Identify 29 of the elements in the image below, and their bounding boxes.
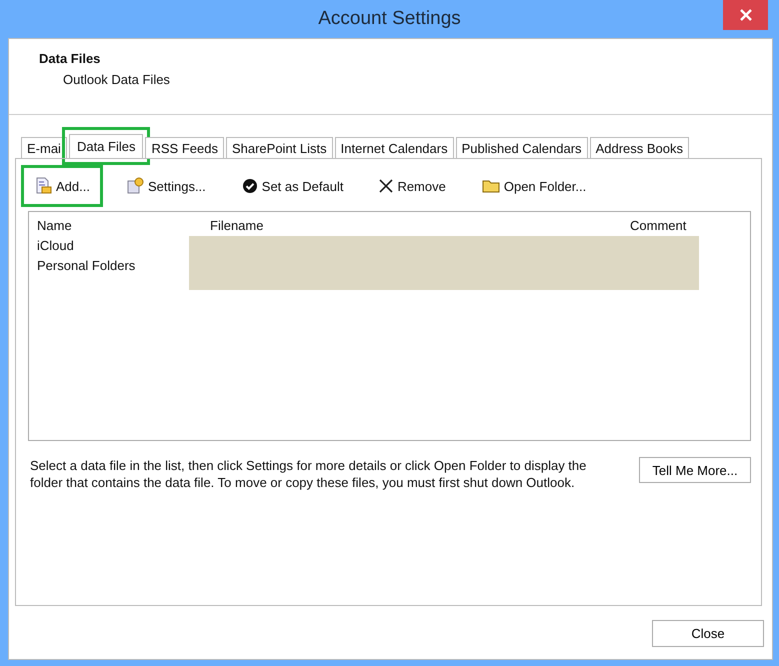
info-text: Select a data file in the list, then click Settings for more details or click Open Folder to display the folder that contains the data file. To move or copy these files, you must first shut down Outlook. — [30, 457, 588, 491]
section-title: Data Files — [39, 51, 102, 66]
close-dialog-button[interactable]: Close — [652, 620, 764, 647]
tell-me-more-button[interactable]: Tell Me More... — [639, 457, 751, 483]
tab[interactable]: Published Calendars — [456, 137, 588, 158]
column-header: Comment — [630, 218, 688, 233]
tab[interactable]: Internet Calendars — [334, 137, 454, 158]
check-circle-icon — [242, 178, 258, 194]
close-icon — [740, 9, 752, 21]
toolbar-button[interactable]: Add... — [21, 165, 103, 207]
settings-icon — [126, 177, 144, 195]
tab[interactable]: RSS Feeds — [145, 137, 224, 158]
new-file-icon — [34, 177, 52, 195]
tab[interactable]: Address Books — [590, 137, 689, 158]
column-header: Filename — [210, 218, 264, 233]
toolbar-button[interactable]: Remove — [366, 166, 459, 206]
toolbar-button[interactable]: Open Folder... — [468, 166, 600, 206]
x-icon — [379, 179, 394, 193]
column-header: Name — [37, 218, 73, 233]
window-title: Account Settings — [318, 8, 461, 30]
toolbar-button[interactable]: Settings... — [112, 165, 219, 207]
toolbar-button[interactable]: Set as Default — [228, 166, 356, 206]
tab[interactable]: SharePoint Lists — [226, 137, 333, 158]
folder-icon — [482, 178, 500, 194]
file-name[interactable]: iCloud — [37, 238, 189, 253]
tab[interactable]: E-mai — [21, 137, 67, 158]
file-name[interactable]: Personal Folders — [37, 258, 189, 273]
section-subtitle: Outlook Data Files — [63, 72, 171, 87]
close-button[interactable] — [723, 0, 768, 30]
